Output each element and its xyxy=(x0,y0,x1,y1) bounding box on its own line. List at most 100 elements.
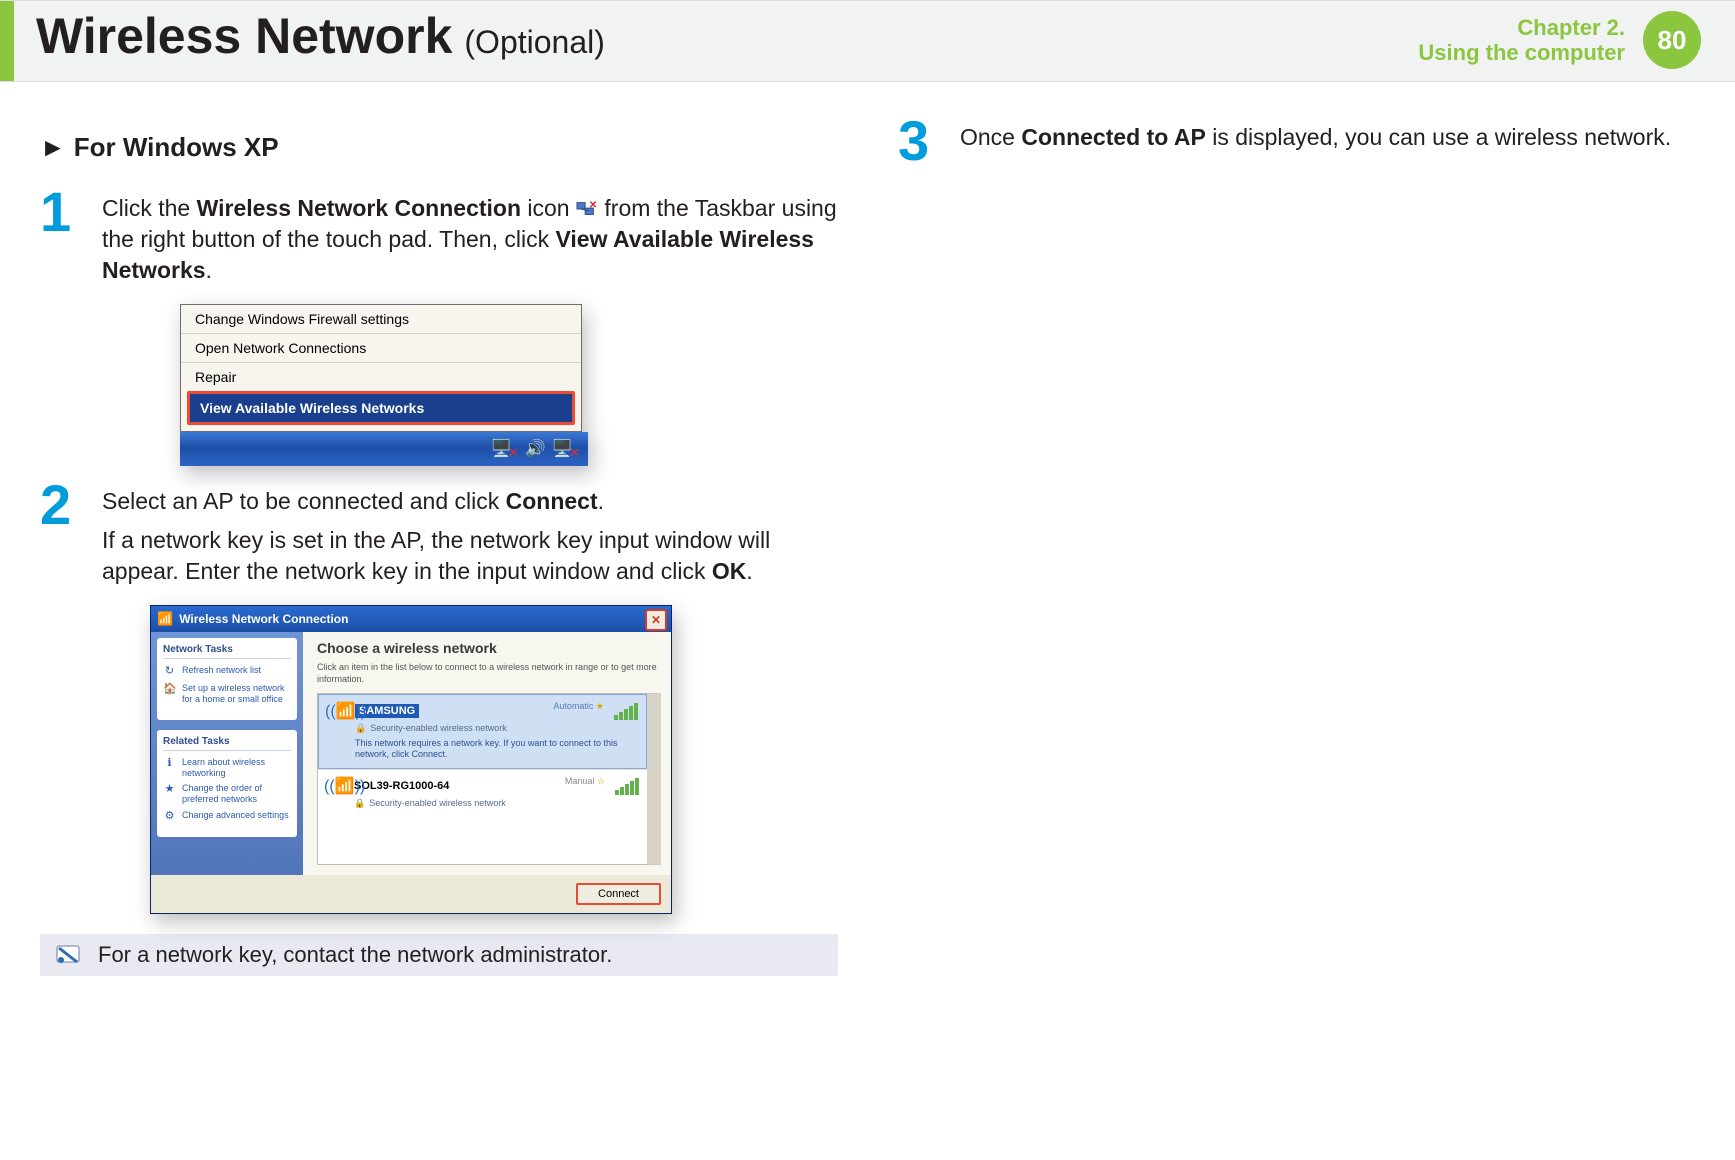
step-2-bold-b: Connect xyxy=(506,488,598,514)
advanced-settings-label: Change advanced settings xyxy=(182,810,289,821)
step-1-text-c: icon xyxy=(521,195,576,221)
step-2-body: Select an AP to be connected and click C… xyxy=(102,486,838,595)
tray-wireless-x-icon: ✕ xyxy=(569,445,580,461)
note-text: For a network key, contact the network a… xyxy=(98,942,612,968)
page-number-badge: 80 xyxy=(1643,11,1701,69)
info-icon: ℹ xyxy=(163,757,176,771)
window-titlebar-icon: 📶 xyxy=(157,611,173,627)
step-1-bold-b: Wireless Network Connection xyxy=(197,195,521,221)
chapter-label: Chapter 2. Using the computer xyxy=(1418,15,1625,66)
window-body: Network Tasks ↻ Refresh network list 🏠 S… xyxy=(151,632,671,875)
wireless-connection-window: 📶 Wireless Network Connection ✕ Network … xyxy=(150,605,672,914)
step-number-1: 1 xyxy=(40,187,84,294)
network-tag-sol39: Manual ☆ xyxy=(565,776,605,787)
wifi-icon: ((📶)) xyxy=(324,776,365,796)
network-list[interactable]: ((📶)) SAMSUNG Automatic ★ 🔒Security-enab… xyxy=(317,693,661,865)
step-2-text-f: . xyxy=(746,558,752,584)
figure-2-wrap: 📶 Wireless Network Connection ✕ Network … xyxy=(150,605,838,914)
step-number-3: 3 xyxy=(898,116,942,166)
window-sidebar: Network Tasks ↻ Refresh network list 🏠 S… xyxy=(151,632,303,875)
step-1: 1 Click the Wireless Network Connection … xyxy=(40,193,838,294)
step-2-text-d: If a network key is set in the AP, the n… xyxy=(102,527,770,584)
header-right: Chapter 2. Using the computer 80 xyxy=(1418,11,1701,69)
refresh-icon: ↻ xyxy=(163,665,176,679)
menu-item-firewall[interactable]: Change Windows Firewall settings xyxy=(181,305,581,333)
network-desc-samsung: This network requires a network key. If … xyxy=(355,738,638,761)
step-3: 3 Once Connected to AP is displayed, you… xyxy=(898,122,1695,166)
window-titlebar[interactable]: 📶 Wireless Network Connection ✕ xyxy=(151,606,671,632)
note-box: For a network key, contact the network a… xyxy=(40,934,838,976)
sidebar-group2-title: Related Tasks xyxy=(163,736,291,751)
advanced-settings-link[interactable]: ⚙ Change advanced settings xyxy=(163,810,291,824)
arrow-icon: ► xyxy=(40,132,66,162)
learn-wireless-link[interactable]: ℹ Learn about wireless networking xyxy=(163,757,291,780)
step-number-2: 2 xyxy=(40,480,84,595)
star-filled-icon: ★ xyxy=(596,701,604,711)
window-footer: Connect xyxy=(151,875,671,913)
step-1-body: Click the Wireless Network Connection ic… xyxy=(102,193,838,294)
change-order-label: Change the order of preferred networks xyxy=(182,783,291,806)
lock-icon: 🔒 xyxy=(354,798,365,808)
menu-item-view-networks[interactable]: View Available Wireless Networks xyxy=(181,391,581,431)
page-title: Wireless Network xyxy=(36,7,452,65)
chapter-line-1: Chapter 2. xyxy=(1418,15,1625,40)
change-order-link[interactable]: ★ Change the order of preferred networks xyxy=(163,783,291,806)
menu-item-repair[interactable]: Repair xyxy=(181,362,581,391)
setup-network-link[interactable]: 🏠 Set up a wireless network for a home o… xyxy=(163,683,291,706)
wifi-icon: ((📶)) xyxy=(325,701,366,721)
window-main: Choose a wireless network Click an item … xyxy=(303,632,671,875)
step-2-text-c: . xyxy=(598,488,604,514)
header-title-wrap: Wireless Network (Optional) xyxy=(36,7,605,65)
star-outline-icon: ☆ xyxy=(597,776,605,786)
section-heading: ► For Windows XP xyxy=(40,132,838,163)
close-button[interactable]: ✕ xyxy=(645,609,667,631)
left-column: ► For Windows XP 1 Click the Wireless Net… xyxy=(40,122,838,976)
network-name-sol39: SOL39-RG1000-64 xyxy=(354,780,449,792)
figure-2: 📶 Wireless Network Connection ✕ Network … xyxy=(150,605,838,914)
tray-network-x-icon: ✕ xyxy=(508,445,519,461)
step-3-text-c: is displayed, you can use a wireless net… xyxy=(1206,124,1671,150)
tray-volume-icon[interactable]: 🔊 xyxy=(525,439,546,459)
page-header: Wireless Network (Optional) Chapter 2. U… xyxy=(0,0,1735,82)
right-column: 3 Once Connected to AP is displayed, you… xyxy=(898,122,1695,976)
signal-bars-icon xyxy=(614,703,638,720)
xp-taskbar: 🖥️✕ 🔊 🖥️✕ xyxy=(180,432,588,466)
network-item-samsung[interactable]: ((📶)) SAMSUNG Automatic ★ 🔒Security-enab… xyxy=(318,694,647,770)
learn-wireless-label: Learn about wireless networking xyxy=(182,757,291,780)
menu-item-view-networks-label: View Available Wireless Networks xyxy=(187,391,575,425)
network-item-sol39[interactable]: ((📶)) SOL39-RG1000-64 Manual ☆ 🔒Security… xyxy=(318,769,647,817)
refresh-network-label: Refresh network list xyxy=(182,665,261,676)
network-security-sol39: 🔒Security-enabled wireless network xyxy=(354,798,639,809)
gear-icon: ⚙ xyxy=(163,810,176,824)
page-subtitle: (Optional) xyxy=(464,24,605,61)
xp-context-menu: Change Windows Firewall settings Open Ne… xyxy=(180,304,582,432)
figure-1: Change Windows Firewall settings Open Ne… xyxy=(180,304,838,466)
network-tag-samsung: Automatic ★ xyxy=(553,701,604,712)
step-2: 2 Select an AP to be connected and click… xyxy=(40,486,838,595)
step-3-text-a: Once xyxy=(960,124,1021,150)
choose-network-sub: Click an item in the list below to conne… xyxy=(317,662,661,685)
step-2-bold-e: OK xyxy=(712,558,747,584)
header-accent xyxy=(0,1,14,81)
refresh-network-link[interactable]: ↻ Refresh network list xyxy=(163,665,291,679)
step-3-bold-b: Connected to AP xyxy=(1021,124,1205,150)
sidebar-network-tasks: Network Tasks ↻ Refresh network list 🏠 S… xyxy=(157,638,297,719)
window-title: Wireless Network Connection xyxy=(179,612,348,626)
star-icon: ★ xyxy=(163,783,176,797)
wireless-connection-icon: ✕ xyxy=(576,200,598,218)
signal-bars-icon xyxy=(615,778,639,795)
setup-network-label: Set up a wireless network for a home or … xyxy=(182,683,291,706)
step-3-body: Once Connected to AP is displayed, you c… xyxy=(960,122,1671,166)
close-icon: ✕ xyxy=(651,613,661,627)
page-number: 80 xyxy=(1658,25,1687,56)
figure-1-wrap: Change Windows Firewall settings Open Ne… xyxy=(180,304,838,466)
connect-button[interactable]: Connect xyxy=(576,883,661,905)
sidebar-related-tasks: Related Tasks ℹ Learn about wireless net… xyxy=(157,730,297,838)
note-icon xyxy=(54,943,84,967)
step-2-text-a: Select an AP to be connected and click xyxy=(102,488,506,514)
step-1-text-f: . xyxy=(206,257,212,283)
menu-item-open-connections[interactable]: Open Network Connections xyxy=(181,333,581,362)
chapter-line-2: Using the computer xyxy=(1418,40,1625,65)
svg-text:✕: ✕ xyxy=(589,200,597,211)
section-heading-text: For Windows XP xyxy=(74,132,279,162)
